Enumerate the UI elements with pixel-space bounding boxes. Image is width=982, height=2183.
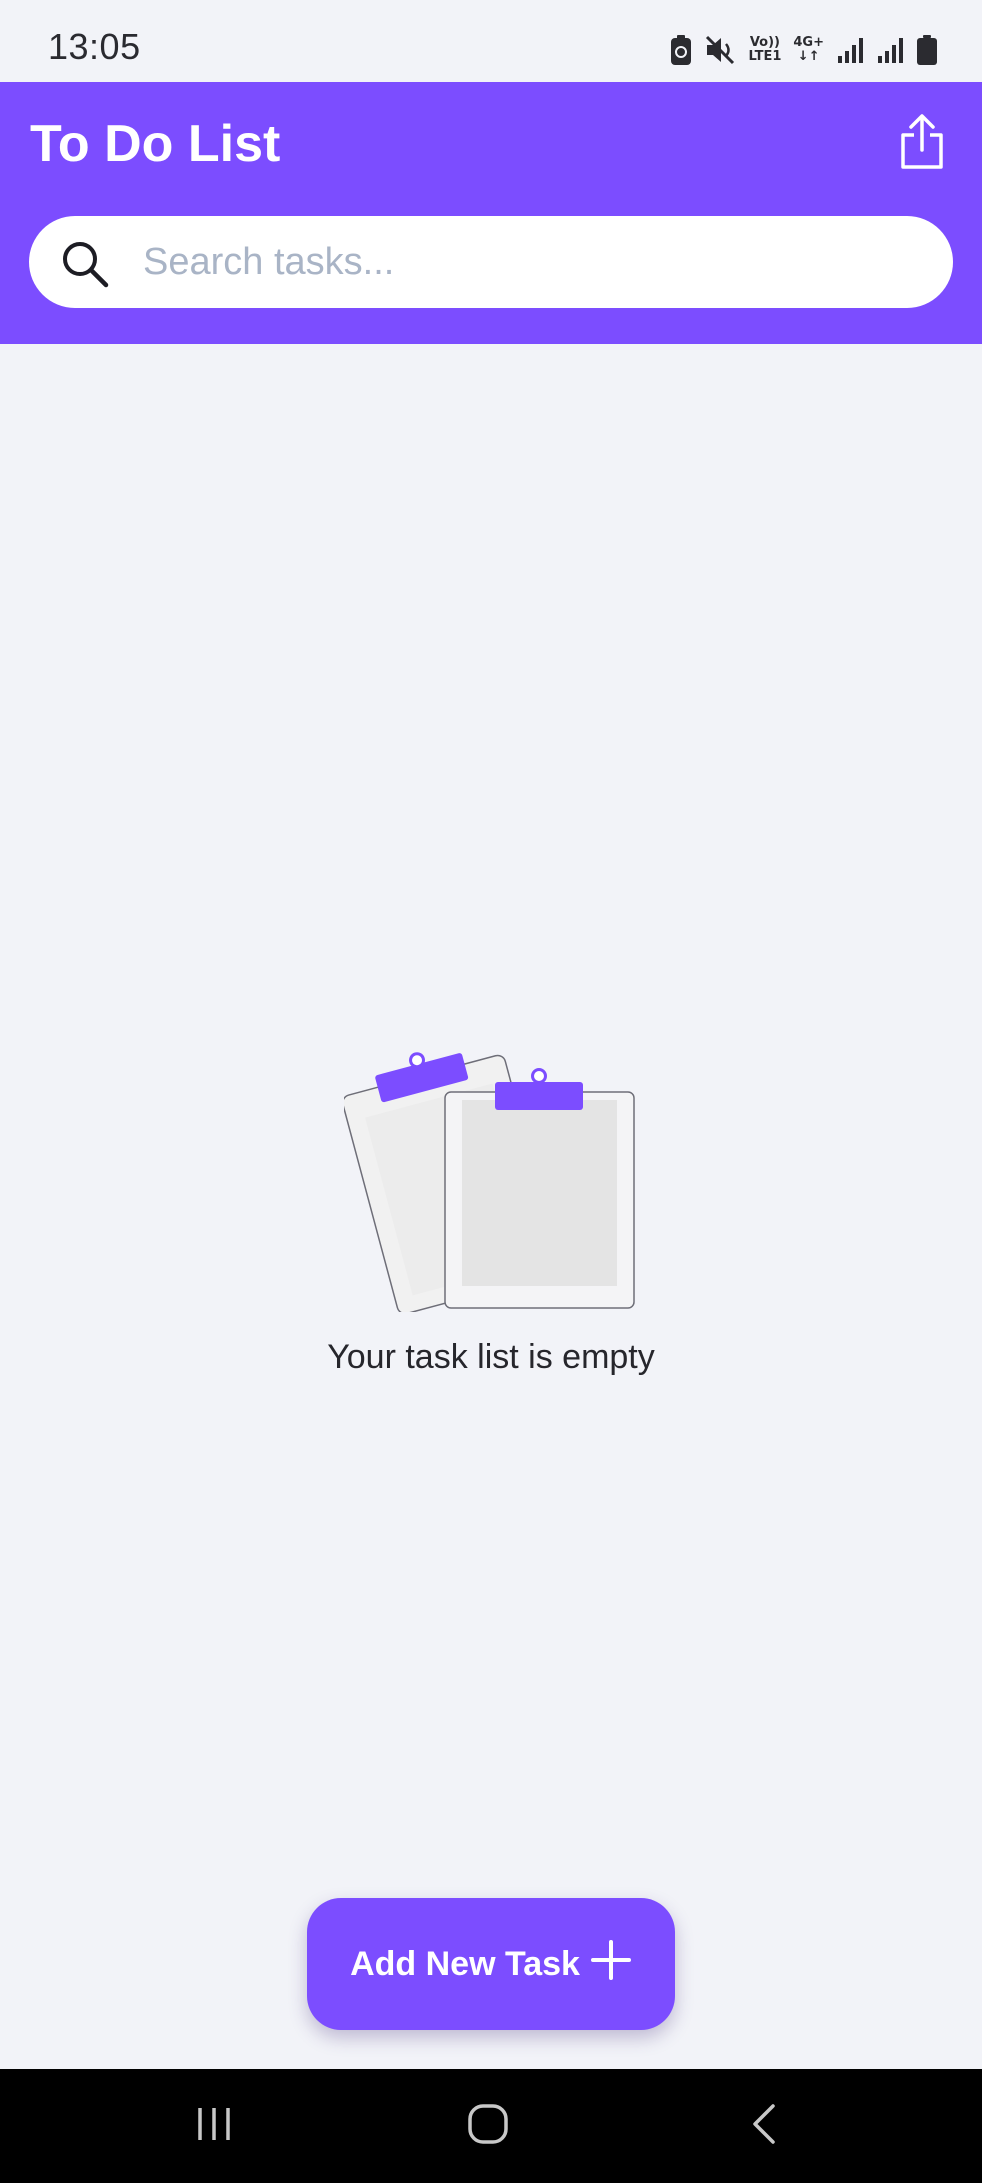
add-new-task-button[interactable]: Add New Task (307, 1898, 675, 2030)
volte-label-bottom: LTE1 (748, 49, 782, 64)
search-input[interactable] (143, 230, 923, 294)
status-bar: 13:05 Vo)) LTE1 4G+ ↓↑ (0, 0, 982, 82)
signal-icon (836, 36, 864, 64)
search-icon (59, 238, 111, 290)
recent-apps-icon (194, 2104, 234, 2149)
search-bar[interactable] (29, 216, 953, 308)
network-label: 4G+ (793, 35, 824, 50)
recent-apps-button[interactable] (154, 2069, 274, 2183)
signal-icon (876, 36, 904, 64)
page-title: To Do List (30, 115, 281, 173)
home-button[interactable] (428, 2069, 548, 2183)
status-time: 13:05 (48, 26, 141, 67)
volte-icon: Vo)) LTE1 (748, 36, 781, 64)
data-arrows-icon: ↓↑ (797, 49, 820, 64)
empty-state-message: Your task list is empty (327, 1338, 655, 1376)
share-button[interactable] (892, 112, 952, 176)
clipboards-illustration (342, 1024, 640, 1315)
mute-icon (704, 34, 736, 66)
back-icon (749, 2102, 779, 2151)
share-icon (897, 113, 947, 176)
battery-icon (916, 34, 938, 66)
plus-icon (590, 1939, 632, 1990)
front-clipboard (444, 1068, 635, 1309)
home-icon (467, 2103, 509, 2150)
volte-label-top: Vo)) (749, 35, 780, 50)
app-header: To Do List (0, 82, 982, 344)
battery-saver-icon (670, 34, 692, 66)
add-task-label: Add New Task (350, 1944, 580, 1983)
navigation-bar (0, 2069, 982, 2183)
network-4g-icon: 4G+ ↓↑ (793, 36, 824, 64)
back-button[interactable] (704, 2069, 824, 2183)
status-icons: Vo)) LTE1 4G+ ↓↑ (670, 30, 938, 70)
